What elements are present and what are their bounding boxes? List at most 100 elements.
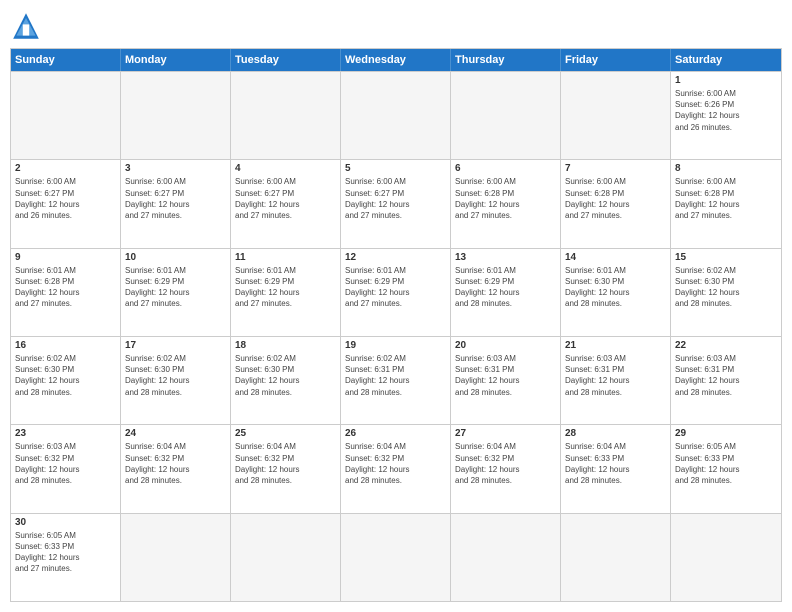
day-number: 2 (15, 163, 116, 174)
calendar-cell (451, 72, 561, 159)
calendar-cell: 7Sunrise: 6:00 AMSunset: 6:28 PMDaylight… (561, 160, 671, 247)
day-number: 12 (345, 252, 446, 263)
day-info: Sunrise: 6:00 AMSunset: 6:28 PMDaylight:… (455, 176, 556, 221)
header-day-sunday: Sunday (11, 49, 121, 71)
calendar-cell: 23 Sunrise: 6:03 AMSunset: 6:32 PMDayligh… (11, 425, 121, 512)
day-info: Sunrise: 6:00 AMSunset: 6:28 PMDaylight:… (675, 176, 777, 221)
calendar-cell: 29 Sunrise: 6:05 AMSunset: 6:33 PMDayligh… (671, 425, 781, 512)
calendar-cell: 18Sunrise: 6:02 AMSunset: 6:30 PMDayligh… (231, 337, 341, 424)
day-info: Sunrise: 6:03 AMSunset: 6:32 PMDaylight:… (15, 441, 116, 486)
page: SundayMondayTuesdayWednesdayThursdayFrid… (0, 0, 792, 612)
day-info: Sunrise: 6:01 AMSunset: 6:30 PMDaylight:… (565, 265, 666, 310)
calendar-cell (11, 72, 121, 159)
calendar-cell: 11 Sunrise: 6:01 AMSunset: 6:29 PMDayligh… (231, 249, 341, 336)
day-number: 20 (455, 340, 556, 351)
header-day-wednesday: Wednesday (341, 49, 451, 71)
calendar-cell: 20 Sunrise: 6:03 AMSunset: 6:31 PMDayligh… (451, 337, 561, 424)
day-number: 13 (455, 252, 556, 263)
day-info: Sunrise: 6:05 AMSunset: 6:33 PMDaylight:… (15, 530, 116, 575)
day-info: Sunrise: 6:00 AMSunset: 6:26 PMDaylight:… (675, 88, 777, 133)
calendar-row-0: 1 Sunrise: 6:00 AMSunset: 6:26 PMDaylight… (11, 71, 781, 159)
day-info: Sunrise: 6:02 AMSunset: 6:30 PMDaylight:… (235, 353, 336, 398)
day-info: Sunrise: 6:01 AMSunset: 6:29 PMDaylight:… (235, 265, 336, 310)
day-info: Sunrise: 6:04 AMSunset: 6:32 PMDaylight:… (235, 441, 336, 486)
logo (10, 10, 46, 42)
calendar-cell: 30Sunrise: 6:05 AMSunset: 6:33 PMDayligh… (11, 514, 121, 601)
header (10, 10, 782, 42)
day-info: Sunrise: 6:01 AMSunset: 6:28 PMDaylight:… (15, 265, 116, 310)
calendar: SundayMondayTuesdayWednesdayThursdayFrid… (10, 48, 782, 602)
day-info: Sunrise: 6:03 AMSunset: 6:31 PMDaylight:… (565, 353, 666, 398)
day-number: 5 (345, 163, 446, 174)
day-info: Sunrise: 6:04 AMSunset: 6:33 PMDaylight:… (565, 441, 666, 486)
day-number: 23 (15, 428, 116, 439)
calendar-cell: 8 Sunrise: 6:00 AMSunset: 6:28 PMDaylight… (671, 160, 781, 247)
header-day-thursday: Thursday (451, 49, 561, 71)
day-number: 25 (235, 428, 336, 439)
day-info: Sunrise: 6:00 AMSunset: 6:27 PMDaylight:… (15, 176, 116, 221)
calendar-cell: 9 Sunrise: 6:01 AMSunset: 6:28 PMDaylight… (11, 249, 121, 336)
day-number: 19 (345, 340, 446, 351)
day-number: 6 (455, 163, 556, 174)
calendar-cell: 28Sunrise: 6:04 AMSunset: 6:33 PMDayligh… (561, 425, 671, 512)
header-day-tuesday: Tuesday (231, 49, 341, 71)
day-info: Sunrise: 6:01 AMSunset: 6:29 PMDaylight:… (455, 265, 556, 310)
calendar-cell: 1 Sunrise: 6:00 AMSunset: 6:26 PMDaylight… (671, 72, 781, 159)
calendar-cell (341, 514, 451, 601)
calendar-cell: 14 Sunrise: 6:01 AMSunset: 6:30 PMDayligh… (561, 249, 671, 336)
day-number: 16 (15, 340, 116, 351)
day-info: Sunrise: 6:02 AMSunset: 6:30 PMDaylight:… (15, 353, 116, 398)
day-info: Sunrise: 6:01 AMSunset: 6:29 PMDaylight:… (345, 265, 446, 310)
day-info: Sunrise: 6:01 AMSunset: 6:29 PMDaylight:… (125, 265, 226, 310)
calendar-cell: 24Sunrise: 6:04 AMSunset: 6:32 PMDayligh… (121, 425, 231, 512)
calendar-cell: 26 Sunrise: 6:04 AMSunset: 6:32 PMDayligh… (341, 425, 451, 512)
calendar-cell (121, 514, 231, 601)
day-number: 15 (675, 252, 777, 263)
calendar-header: SundayMondayTuesdayWednesdayThursdayFrid… (11, 49, 781, 71)
day-info: Sunrise: 6:00 AMSunset: 6:27 PMDaylight:… (125, 176, 226, 221)
day-number: 8 (675, 163, 777, 174)
calendar-cell: 6 Sunrise: 6:00 AMSunset: 6:28 PMDaylight… (451, 160, 561, 247)
day-number: 21 (565, 340, 666, 351)
day-info: Sunrise: 6:05 AMSunset: 6:33 PMDaylight:… (675, 441, 777, 486)
day-number: 4 (235, 163, 336, 174)
calendar-cell: 15Sunrise: 6:02 AMSunset: 6:30 PMDayligh… (671, 249, 781, 336)
calendar-row-4: 23 Sunrise: 6:03 AMSunset: 6:32 PMDayligh… (11, 424, 781, 512)
day-info: Sunrise: 6:02 AMSunset: 6:31 PMDaylight:… (345, 353, 446, 398)
day-info: Sunrise: 6:00 AMSunset: 6:28 PMDaylight:… (565, 176, 666, 221)
day-number: 14 (565, 252, 666, 263)
calendar-cell (231, 72, 341, 159)
calendar-cell: 25 Sunrise: 6:04 AMSunset: 6:32 PMDayligh… (231, 425, 341, 512)
header-day-monday: Monday (121, 49, 231, 71)
calendar-cell (561, 72, 671, 159)
day-info: Sunrise: 6:03 AMSunset: 6:31 PMDaylight:… (675, 353, 777, 398)
day-number: 10 (125, 252, 226, 263)
day-info: Sunrise: 6:04 AMSunset: 6:32 PMDaylight:… (345, 441, 446, 486)
day-info: Sunrise: 6:04 AMSunset: 6:32 PMDaylight:… (455, 441, 556, 486)
day-number: 1 (675, 75, 777, 86)
day-number: 22 (675, 340, 777, 351)
calendar-cell (341, 72, 451, 159)
calendar-cell: 5Sunrise: 6:00 AMSunset: 6:27 PMDaylight… (341, 160, 451, 247)
calendar-cell: 16 Sunrise: 6:02 AMSunset: 6:30 PMDayligh… (11, 337, 121, 424)
calendar-row-3: 16 Sunrise: 6:02 AMSunset: 6:30 PMDayligh… (11, 336, 781, 424)
calendar-cell: 4Sunrise: 6:00 AMSunset: 6:27 PMDaylight… (231, 160, 341, 247)
logo-icon (10, 10, 42, 42)
day-number: 27 (455, 428, 556, 439)
calendar-cell: 19 Sunrise: 6:02 AMSunset: 6:31 PMDayligh… (341, 337, 451, 424)
calendar-cell (121, 72, 231, 159)
calendar-cell (451, 514, 561, 601)
day-number: 29 (675, 428, 777, 439)
day-number: 26 (345, 428, 446, 439)
calendar-row-5: 30Sunrise: 6:05 AMSunset: 6:33 PMDayligh… (11, 513, 781, 601)
calendar-cell: 10 Sunrise: 6:01 AMSunset: 6:29 PMDayligh… (121, 249, 231, 336)
calendar-cell: 13 Sunrise: 6:01 AMSunset: 6:29 PMDayligh… (451, 249, 561, 336)
day-number: 9 (15, 252, 116, 263)
calendar-cell: 27 Sunrise: 6:04 AMSunset: 6:32 PMDayligh… (451, 425, 561, 512)
calendar-cell: 12 Sunrise: 6:01 AMSunset: 6:29 PMDayligh… (341, 249, 451, 336)
day-number: 11 (235, 252, 336, 263)
calendar-cell: 22 Sunrise: 6:03 AMSunset: 6:31 PMDayligh… (671, 337, 781, 424)
calendar-cell (561, 514, 671, 601)
day-info: Sunrise: 6:03 AMSunset: 6:31 PMDaylight:… (455, 353, 556, 398)
calendar-row-2: 9 Sunrise: 6:01 AMSunset: 6:28 PMDaylight… (11, 248, 781, 336)
